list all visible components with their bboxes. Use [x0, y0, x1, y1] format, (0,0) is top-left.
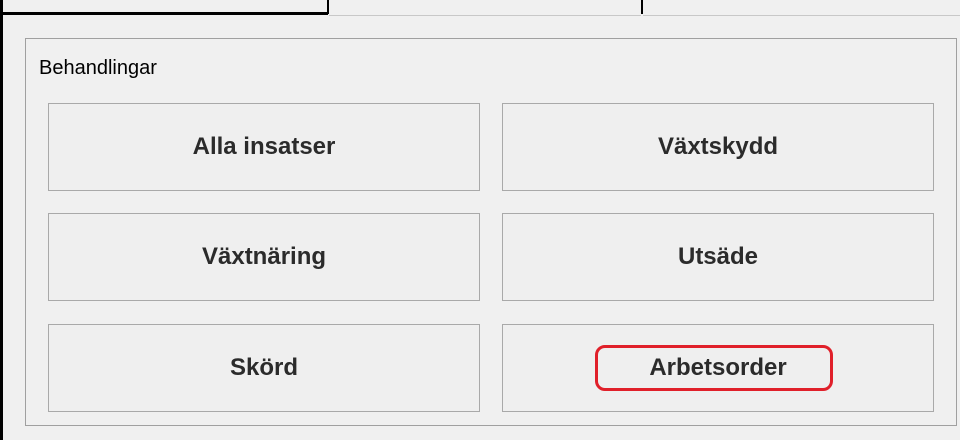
tab-page: Behandlingar Alla insatser Växtskydd Väx…: [0, 0, 960, 440]
arbetsorder-button[interactable]: Arbetsorder: [502, 324, 934, 412]
button-label: Växtskydd: [657, 133, 779, 160]
button-label: Skörd: [229, 354, 298, 381]
behandlingar-group: Behandlingar Alla insatser Växtskydd Väx…: [25, 38, 957, 426]
tab-header-3[interactable]: [641, 0, 960, 16]
vaxtnaring-button[interactable]: Växtnäring: [48, 213, 480, 301]
tab-header-bottom: [329, 15, 641, 16]
tab-header-bottom: [643, 15, 960, 16]
utsade-button[interactable]: Utsäde: [502, 213, 934, 301]
tab-strip-edge: [0, 12, 328, 15]
button-label: Växtnäring: [201, 243, 327, 270]
button-label: Utsäde: [677, 243, 759, 270]
vaxtskydd-button[interactable]: Växtskydd: [502, 103, 934, 191]
window-left-edge: [0, 0, 3, 440]
skord-button[interactable]: Skörd: [48, 324, 480, 412]
button-label: Alla insatser: [192, 133, 336, 160]
alla-insatser-button[interactable]: Alla insatser: [48, 103, 480, 191]
button-label: Arbetsorder: [649, 354, 787, 381]
group-title: Behandlingar: [39, 57, 157, 79]
tab-header-2[interactable]: [327, 0, 643, 16]
